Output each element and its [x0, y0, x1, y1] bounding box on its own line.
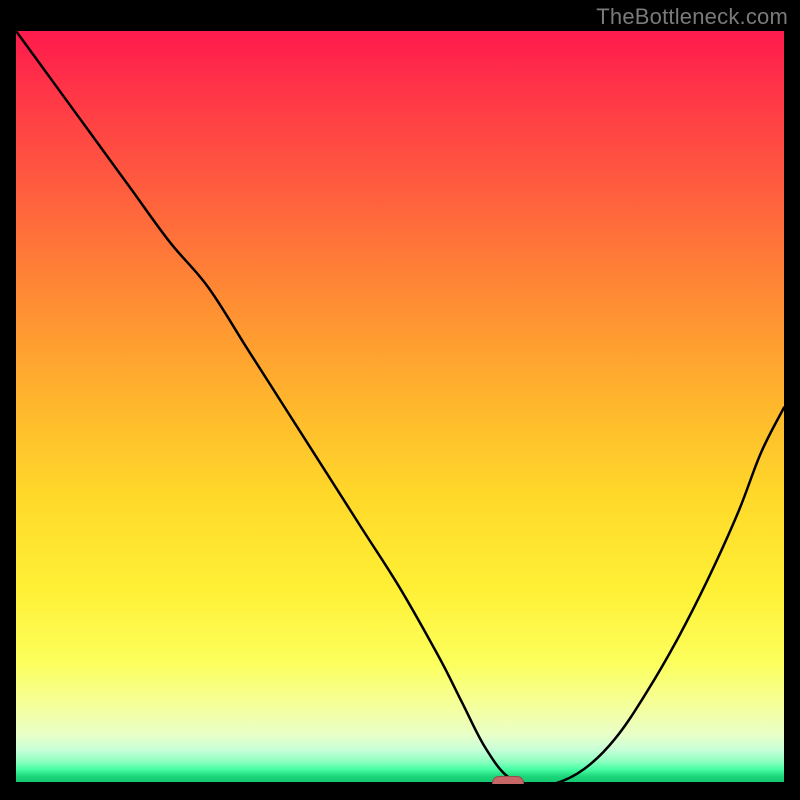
chart-frame: [10, 25, 790, 790]
optimal-point-marker: [492, 776, 524, 784]
bottleneck-curve-path: [16, 31, 784, 784]
chart-baseline: [16, 782, 784, 784]
chart-plot-area: [16, 31, 784, 784]
bottleneck-curve: [16, 31, 784, 784]
